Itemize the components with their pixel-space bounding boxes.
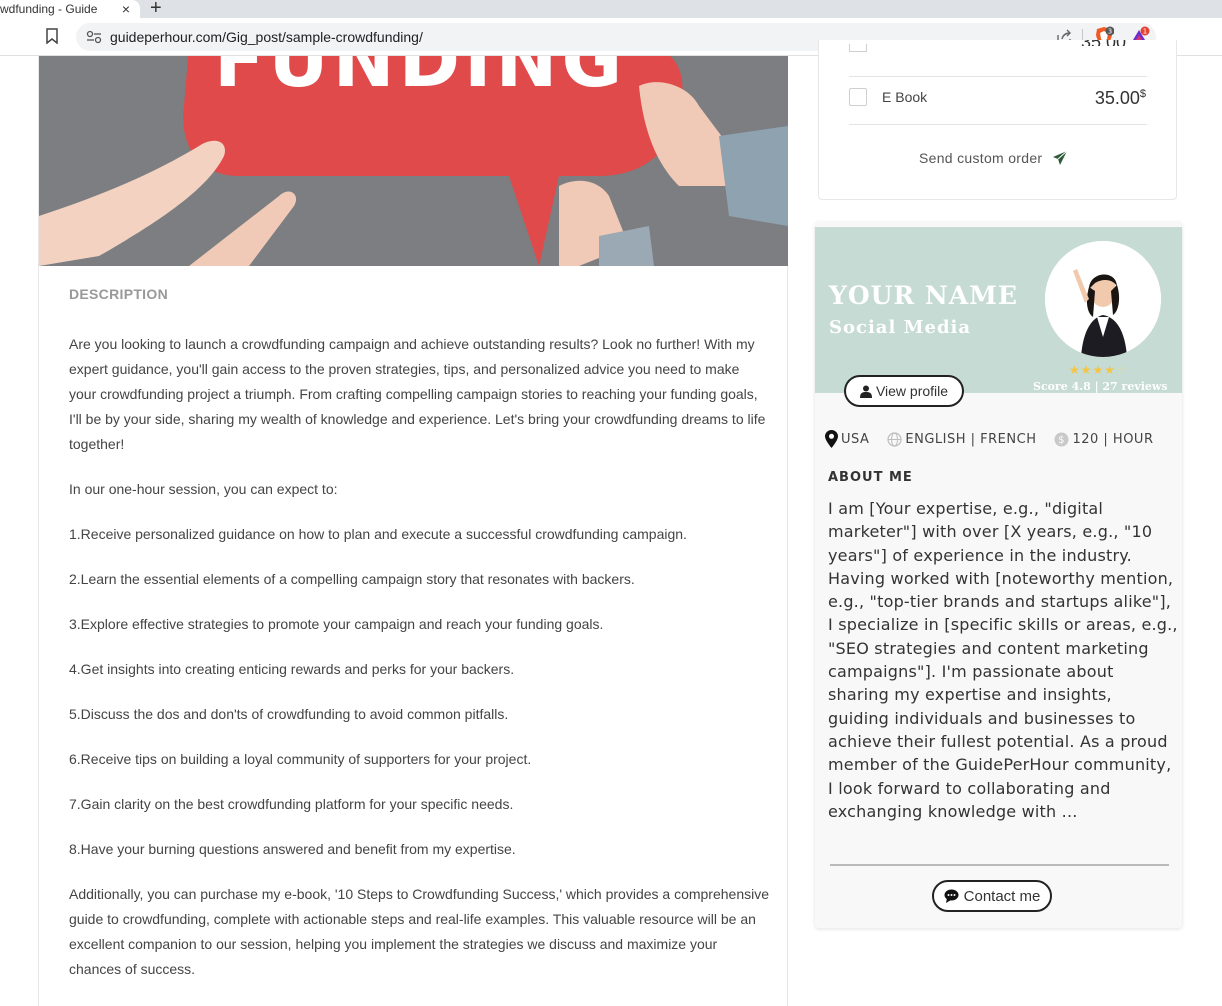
profile-name: YOUR NAME	[829, 281, 1018, 310]
ebook-label: E Book	[882, 89, 928, 105]
tab-title: wdfunding - Guide	[0, 2, 98, 16]
location-pin-icon	[825, 430, 838, 448]
send-custom-order-label: Send custom order	[919, 150, 1043, 166]
description-item: 2.Learn the essential elements of a comp…	[69, 571, 635, 587]
description-heading: DESCRIPTION	[69, 286, 168, 302]
order-options-card: 35.00 E Book 35.00$ Send custom order	[818, 40, 1177, 200]
browser-tab-bar: wdfunding - Guide × +	[0, 0, 1222, 20]
view-profile-button[interactable]: View profile	[844, 375, 964, 407]
gig-hero-image: FUNDING	[39, 56, 788, 266]
description-item: 5.Discuss the dos and don'ts of crowdfun…	[69, 706, 509, 722]
browser-tab[interactable]: wdfunding - Guide ×	[0, 0, 140, 18]
option-divider	[849, 76, 1147, 77]
tab-close-icon[interactable]: ×	[122, 0, 130, 18]
rating-score: Score 4.8 | 27 reviews	[1033, 380, 1168, 393]
avatar	[1045, 241, 1161, 357]
rating-stars: ★★★★☆	[1069, 363, 1128, 377]
description-item: 3.Explore effective strategies to promot…	[69, 616, 604, 632]
prev-option-price: 35.00	[1081, 40, 1126, 46]
hourly-rate-text: 120 | HOUR	[1072, 431, 1154, 447]
gig-main-card: FUNDING DESCRIPTION Are you looking to l…	[38, 56, 788, 1006]
description-intro: Are you looking to launch a crowdfunding…	[69, 336, 766, 452]
dollar-coin-icon: $	[1054, 432, 1069, 446]
description-body: Are you looking to launch a crowdfunding…	[69, 332, 769, 1002]
site-settings-icon[interactable]	[86, 30, 102, 44]
prev-option-checkbox[interactable]	[849, 44, 867, 52]
profile-banner: YOUR NAME Social Media ★★★★☆ Score 4.8 |…	[815, 227, 1182, 393]
paper-plane-icon	[1053, 150, 1068, 165]
about-me-heading: ABOUT ME	[828, 470, 913, 485]
rewards-badge: 1	[1143, 28, 1147, 36]
location-group: USA	[825, 430, 869, 448]
chat-bubble-icon	[944, 889, 959, 903]
avatar-portrait	[1045, 241, 1161, 357]
description-expect: In our one-hour session, you can expect …	[69, 481, 338, 497]
contact-me-label: Contact me	[963, 887, 1041, 905]
new-tab-button[interactable]: +	[150, 0, 162, 20]
ebook-price-value: 35.00	[1094, 88, 1140, 108]
languages-text: ENGLISH | FRENCH	[905, 431, 1037, 447]
description-closing: Additionally, you can purchase my e-book…	[69, 886, 770, 977]
send-custom-order-button[interactable]: Send custom order	[919, 150, 1068, 166]
profile-info-row: USA ENGLISH | FRENCH $ 120 | HOUR	[825, 430, 1175, 448]
stars-empty: ☆	[1116, 363, 1128, 377]
language-group: ENGLISH | FRENCH	[887, 432, 1036, 447]
about-me-text: I am [Your expertise, e.g., "digital mar…	[828, 499, 1178, 821]
description-item: 7.Gain clarity on the best crowdfunding …	[69, 796, 514, 812]
description-item: 8.Have your burning questions answered a…	[69, 841, 516, 857]
seller-profile-card: YOUR NAME Social Media ★★★★☆ Score 4.8 |…	[815, 222, 1182, 928]
bookmark-icon[interactable]	[46, 28, 58, 44]
crowdfunding-hero-illustration: FUNDING	[39, 56, 788, 266]
stars-full: ★★★★	[1069, 363, 1117, 377]
description-item: 1.Receive personalized guidance on how t…	[69, 526, 687, 542]
description-item: 4.Get insights into creating enticing re…	[69, 661, 515, 677]
currency-symbol: $	[1139, 88, 1146, 100]
profile-divider	[830, 864, 1169, 866]
rate-group: $ 120 | HOUR	[1054, 432, 1153, 447]
profile-subtitle: Social Media	[829, 317, 972, 338]
description-item: 6.Receive tips on building a loyal commu…	[69, 751, 532, 767]
contact-me-button[interactable]: Contact me	[932, 880, 1052, 912]
hero-banner-text: FUNDING	[214, 56, 626, 104]
user-icon	[859, 385, 872, 398]
ebook-price: 35.00$	[1095, 88, 1146, 109]
url-text: guideperhour.com/Gig_post/sample-crowdfu…	[110, 29, 423, 45]
country-text: USA	[841, 431, 870, 447]
dollar-sign: $	[1059, 435, 1066, 446]
ebook-checkbox[interactable]	[849, 88, 867, 106]
option-divider	[849, 124, 1147, 125]
view-profile-label: View profile	[875, 383, 949, 399]
brave-badge: 3	[1108, 28, 1112, 36]
globe-icon	[887, 431, 903, 447]
